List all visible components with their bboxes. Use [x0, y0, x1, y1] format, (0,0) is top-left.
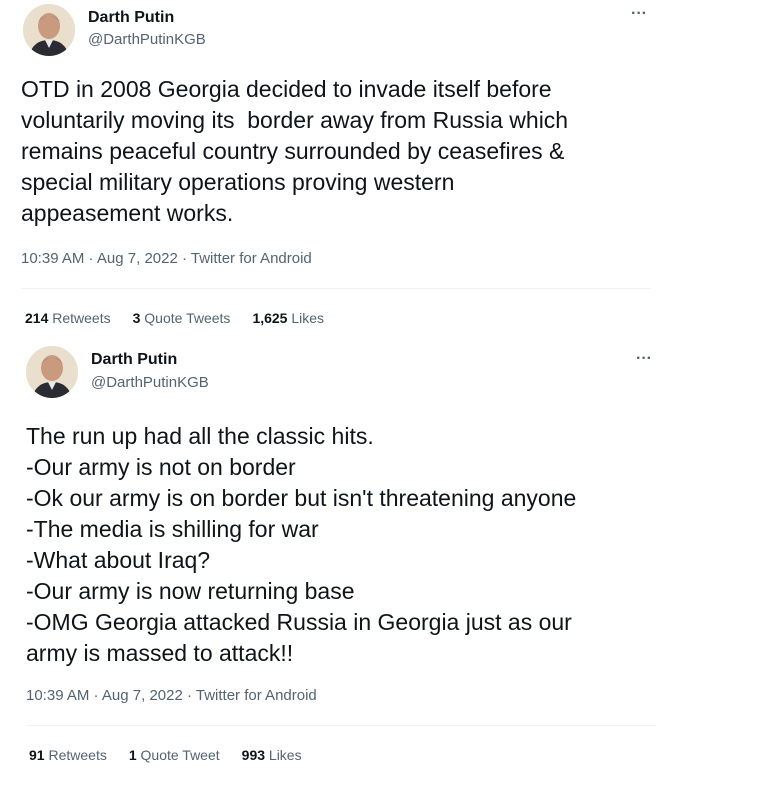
- engagement-stats: 91 Retweets 1 Quote Tweet 993 Likes: [29, 747, 302, 763]
- meta-separator: ·: [84, 250, 97, 267]
- quote-tweets-stat[interactable]: 1 Quote Tweet: [129, 747, 220, 763]
- tweet-metadata: 10:39 AM · Aug 7, 2022 · Twitter for And…: [21, 250, 312, 267]
- likes-label: Likes: [291, 310, 325, 326]
- likes-count: 993: [241, 747, 266, 763]
- engagement-stats: 214 Retweets 3 Quote Tweets 1,625 Likes: [25, 310, 324, 326]
- tweet-text: OTD in 2008 Georgia decided to invade it…: [21, 76, 569, 226]
- tweet-source[interactable]: Twitter for Android: [191, 250, 312, 267]
- retweets-count: 214: [25, 310, 49, 326]
- user-handle[interactable]: @DarthPutinKGB: [88, 31, 206, 48]
- display-name[interactable]: Darth Putin: [88, 9, 174, 27]
- meta-separator: ·: [89, 687, 102, 704]
- tweet-time[interactable]: 10:39 AM: [21, 250, 84, 267]
- avatar-image: [23, 4, 75, 56]
- display-name[interactable]: Darth Putin: [91, 351, 177, 369]
- more-horizontal-icon[interactable]: ···: [631, 5, 647, 23]
- likes-count: 1,625: [252, 310, 288, 326]
- likes-label: Likes: [268, 747, 302, 763]
- divider: [26, 725, 656, 726]
- avatar[interactable]: [26, 346, 78, 398]
- retweets-count: 91: [29, 747, 45, 763]
- tweet-metadata: 10:39 AM · Aug 7, 2022 · Twitter for And…: [26, 687, 317, 704]
- quote-tweets-label: Quote Tweet: [140, 747, 220, 763]
- tweet[interactable]: Darth Putin @DarthPutinKGB ··· OTD in 20…: [0, 0, 769, 338]
- likes-stat[interactable]: 993 Likes: [242, 747, 302, 763]
- tweet[interactable]: Darth Putin @DarthPutinKGB ··· The run u…: [0, 338, 769, 800]
- tweet-date[interactable]: Aug 7, 2022: [97, 250, 178, 267]
- quote-tweets-label: Quote Tweets: [144, 310, 231, 326]
- retweets-label: Retweets: [52, 310, 111, 326]
- more-horizontal-icon[interactable]: ···: [636, 350, 652, 368]
- meta-separator: ·: [182, 687, 196, 704]
- tweet-source[interactable]: Twitter for Android: [196, 687, 317, 704]
- avatar[interactable]: [23, 4, 75, 56]
- tweet-time[interactable]: 10:39 AM: [26, 687, 89, 704]
- user-handle[interactable]: @DarthPutinKGB: [91, 374, 209, 391]
- tweet-date[interactable]: Aug 7, 2022: [102, 687, 183, 704]
- retweets-stat[interactable]: 214 Retweets: [25, 310, 111, 326]
- retweets-stat[interactable]: 91 Retweets: [29, 747, 107, 763]
- likes-stat[interactable]: 1,625 Likes: [252, 310, 324, 326]
- quote-tweets-stat[interactable]: 3 Quote Tweets: [133, 310, 231, 326]
- quote-tweets-count: 3: [132, 310, 141, 326]
- retweets-label: Retweets: [48, 747, 107, 763]
- quote-tweets-count: 1: [128, 747, 137, 763]
- divider: [21, 288, 651, 289]
- meta-separator: ·: [177, 250, 191, 267]
- avatar-image: [26, 346, 78, 398]
- tweet-text: The run up had all the classic hits. -Ou…: [26, 423, 577, 666]
